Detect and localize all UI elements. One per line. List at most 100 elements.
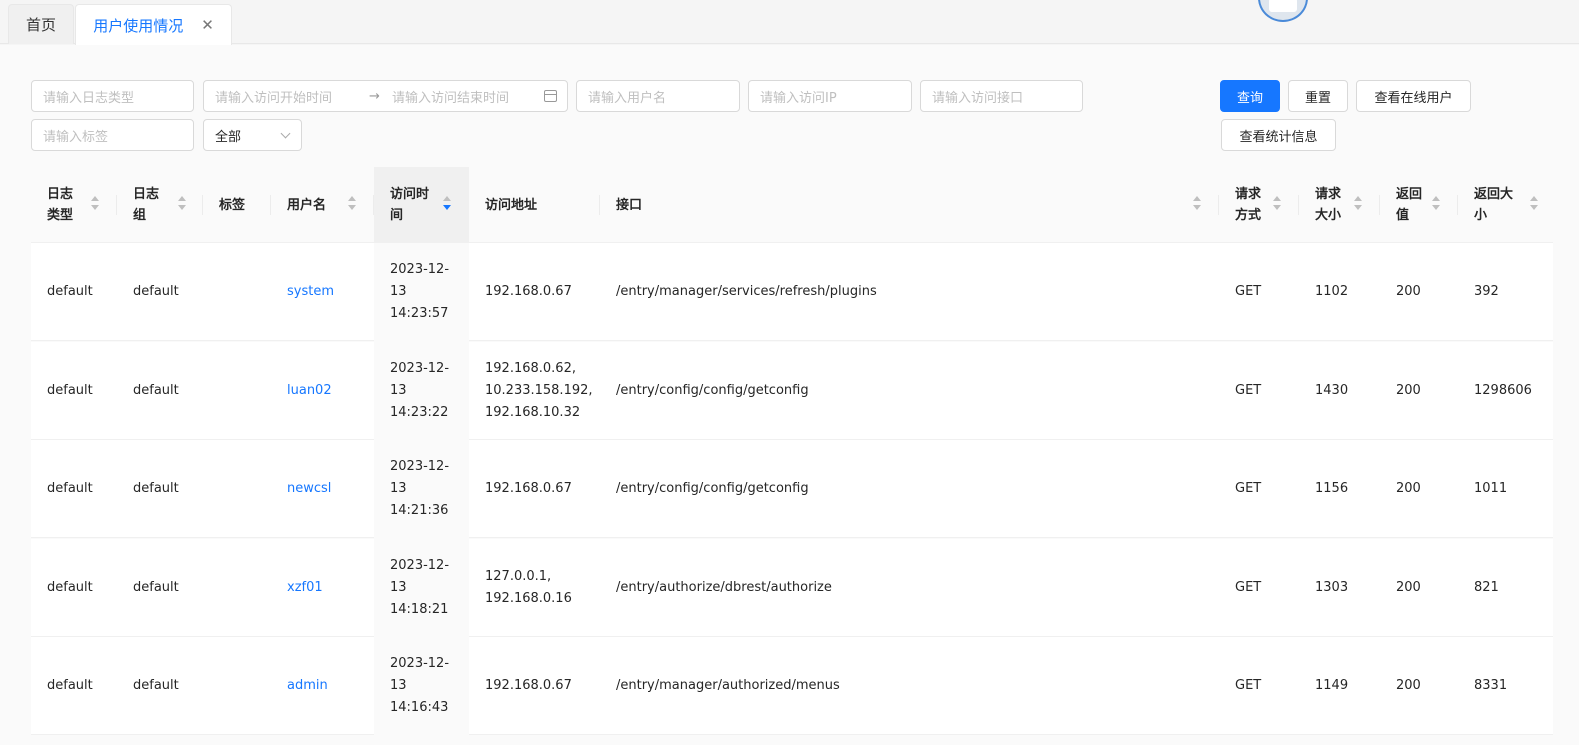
cell-req-size: 1102: [1315, 284, 1349, 299]
sort-icon[interactable]: [1193, 196, 1201, 212]
query-button[interactable]: 查询: [1220, 80, 1280, 112]
tab-bar: 首页 用户使用情况 ✕: [0, 0, 1579, 45]
col-access-time[interactable]: 访问时 间: [374, 167, 469, 243]
sort-icon[interactable]: [178, 196, 186, 212]
online-users-button[interactable]: 查看在线用户: [1356, 80, 1471, 112]
col-ip: 访问地址: [469, 167, 600, 243]
ip-input[interactable]: 请输入访问IP: [748, 80, 912, 112]
cell-time: 2023-12- 13 14:21:36: [374, 440, 469, 538]
cell-resp-size: 1011: [1474, 481, 1508, 496]
sort-desc-icon[interactable]: [443, 196, 451, 212]
sort-icon[interactable]: [1530, 196, 1538, 212]
log-type-placeholder: 请输入日志类型: [43, 90, 135, 106]
api-placeholder: 请输入访问接口: [932, 90, 1024, 106]
col-api[interactable]: 接口: [600, 167, 1219, 243]
cell-time: 2023-12- 13 14:16:43: [374, 637, 469, 735]
cell-username[interactable]: xzf01: [271, 539, 374, 637]
col-method-label: 请求 方式: [1235, 187, 1262, 223]
table-row[interactable]: default default admin 2023-12- 13 14:16:43 1…: [31, 637, 1553, 735]
cell-ip: 192.168.0.62, 10.233.158.192, 192.168.10…: [485, 360, 593, 420]
avatar[interactable]: [1258, 0, 1308, 22]
cell-req-size: 1303: [1315, 579, 1349, 595]
cell-log-group: default: [133, 678, 179, 693]
username-placeholder: 请输入用户名: [588, 90, 667, 106]
cell-resp-size: 1298606: [1474, 382, 1532, 398]
cell-tag: [203, 440, 271, 538]
sort-icon[interactable]: [348, 196, 356, 212]
cell-status: 200: [1396, 382, 1421, 398]
col-req-size[interactable]: 请求 大小: [1299, 167, 1380, 243]
sort-icon[interactable]: [91, 196, 99, 212]
cell-api: /entry/manager/authorized/menus: [616, 678, 840, 693]
cell-req-size: 1149: [1315, 678, 1349, 693]
col-username[interactable]: 用户名: [271, 167, 374, 243]
cell-status: 200: [1396, 481, 1421, 496]
cell-method: GET: [1235, 678, 1262, 693]
col-status[interactable]: 返回 值: [1380, 167, 1458, 243]
cell-api: /entry/config/config/getconfig: [616, 382, 809, 398]
cell-log-group: default: [133, 579, 179, 595]
sort-icon[interactable]: [1354, 196, 1362, 212]
col-username-label: 用户名: [287, 197, 327, 213]
table-row[interactable]: default default luan02 2023-12- 13 14:23:22…: [31, 341, 1553, 440]
tab-home[interactable]: 首页: [8, 4, 74, 44]
col-log-type-label: 日志 类型: [47, 187, 74, 223]
cell-ip: 192.168.0.67: [485, 481, 572, 496]
username-input[interactable]: 请输入用户名: [576, 80, 740, 112]
col-log-group-label: 日志 组: [133, 187, 160, 223]
arrow-right-icon: →: [369, 88, 380, 104]
cell-method: GET: [1235, 579, 1262, 595]
calendar-icon: [544, 90, 557, 102]
cell-username[interactable]: newcsl: [271, 440, 374, 538]
tab-user-usage[interactable]: 用户使用情况 ✕: [75, 4, 232, 45]
cell-resp-size: 821: [1474, 579, 1499, 595]
main-content: 请输入日志类型 请输入访问开始时间 → 请输入访问结束时间 请输入用户名 请输入…: [0, 45, 1579, 745]
sort-icon[interactable]: [1273, 196, 1281, 212]
cell-username[interactable]: admin: [271, 637, 374, 735]
tag-placeholder: 请输入标签: [43, 129, 109, 145]
start-time-placeholder: 请输入访问开始时间: [215, 90, 333, 106]
col-status-label: 返回 值: [1396, 187, 1423, 223]
tag-input[interactable]: 请输入标签: [31, 119, 194, 151]
cell-req-size: 1156: [1315, 481, 1349, 496]
tab-home-label: 首页: [25, 16, 56, 34]
col-method[interactable]: 请求 方式: [1219, 167, 1299, 243]
cell-status: 200: [1396, 284, 1421, 299]
cell-log-group: default: [133, 481, 179, 496]
cell-tag: [203, 342, 271, 440]
time-range-picker[interactable]: 请输入访问开始时间 → 请输入访问结束时间: [203, 80, 568, 112]
col-log-type[interactable]: 日志 类型: [31, 167, 117, 243]
cell-log-type: default: [47, 579, 93, 595]
cell-username[interactable]: system: [271, 243, 374, 341]
col-resp-size[interactable]: 返回大 小: [1458, 167, 1553, 243]
table-header: 日志 类型 日志 组 标签 用户名 访问时 间 访问地址 接口 请求 方式 请求…: [31, 167, 1553, 243]
cell-time: 2023-12- 13 14:23:57: [374, 243, 469, 341]
stats-button[interactable]: 查看统计信息: [1221, 119, 1336, 151]
api-input[interactable]: 请输入访问接口: [920, 80, 1083, 112]
col-access-time-label: 访问时 间: [390, 187, 430, 223]
cell-api: /entry/config/config/getconfig: [616, 481, 809, 496]
online-users-button-label: 查看在线用户: [1374, 90, 1453, 106]
table-row[interactable]: default default system 2023-12- 13 14:23:57…: [31, 243, 1553, 341]
col-req-size-label: 请求 大小: [1315, 187, 1342, 223]
table-row[interactable]: default default newcsl 2023-12- 13 14:21:36…: [31, 440, 1553, 538]
cell-log-type: default: [47, 284, 93, 299]
cell-username[interactable]: luan02: [271, 342, 374, 440]
log-type-input[interactable]: 请输入日志类型: [31, 80, 194, 112]
tab-user-usage-label: 用户使用情况: [93, 16, 184, 35]
col-log-group[interactable]: 日志 组: [117, 167, 203, 243]
end-time-placeholder: 请输入访问结束时间: [392, 90, 510, 106]
cell-method: GET: [1235, 284, 1262, 299]
cell-ip: 192.168.0.67: [485, 284, 572, 299]
col-tag: 标签: [203, 167, 271, 243]
stats-button-label: 查看统计信息: [1239, 129, 1318, 145]
close-icon[interactable]: ✕: [201, 16, 214, 34]
cell-ip: 127.0.0.1, 192.168.0.16: [485, 568, 572, 606]
table-row[interactable]: default default xzf01 2023-12- 13 14:18:21 1…: [31, 538, 1553, 637]
col-tag-label: 标签: [219, 197, 246, 213]
category-select[interactable]: 全部: [203, 119, 302, 151]
cell-api: /entry/manager/services/refresh/plugins: [616, 284, 877, 299]
reset-button[interactable]: 重置: [1288, 80, 1348, 112]
cell-time: 2023-12- 13 14:23:22: [374, 341, 469, 440]
sort-icon[interactable]: [1432, 196, 1440, 212]
